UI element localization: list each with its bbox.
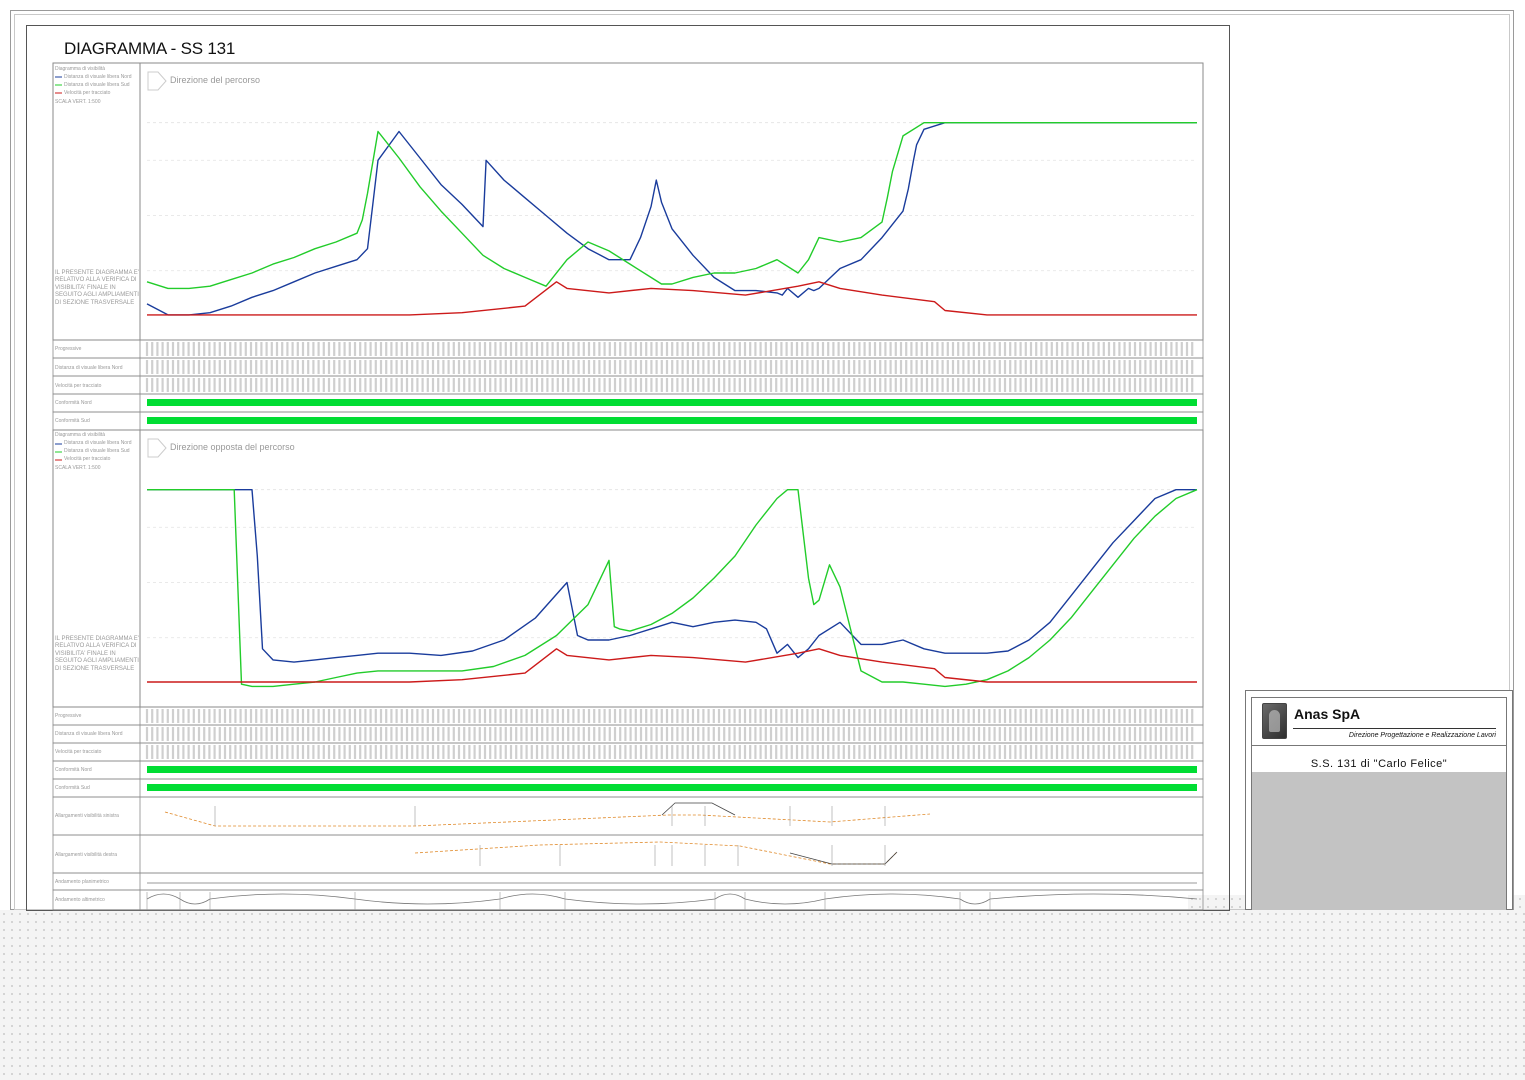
direction-label-top: Direzione del percorso (170, 75, 261, 85)
legend-nord-top: Distanza di visuale libera Nord (64, 74, 132, 80)
legend-scale-top: SCALA VERT. 1:500 (55, 99, 101, 105)
road-name: S.S. 131 di "Carlo Felice" (1310, 758, 1448, 770)
row-label-progressive-bottom: Progressive (55, 713, 82, 719)
altimetric-arc (989, 893, 1198, 900)
series-line-nord (147, 489, 1197, 663)
legend-scale-bottom: SCALA VERT. 1:500 (55, 465, 101, 471)
altimetric-arc (354, 898, 501, 905)
altimetric-arc (714, 893, 746, 900)
profile-row (52, 796, 1204, 836)
row-label-planimetric: Andamento planimetrico (55, 879, 109, 885)
widen-right-profile (414, 841, 898, 865)
row-label-conf-sud-bottom: Conformità Sud (55, 785, 90, 791)
direction-label-bottom: Direzione opposta del percorso (170, 442, 295, 452)
profile-row (52, 889, 1204, 911)
row-label-distance-top: Distanza di visuale libera Nord (55, 365, 123, 371)
altimetric-arc (146, 893, 181, 900)
title-block-separator (1252, 745, 1506, 746)
altimetric-arc (744, 898, 826, 905)
row-label-widen-right: Allargamenti visibilità destra (55, 852, 117, 858)
conformity-bar (147, 784, 1197, 791)
title-block-rule (1293, 728, 1496, 729)
direction-arrow-icon (147, 438, 167, 458)
widen-right-bump (789, 851, 898, 865)
row-label-widen-left: Allargamenti visibilità sinistra (55, 813, 119, 819)
altimetric-arc (179, 898, 211, 905)
series-line-sud (146, 121, 1197, 290)
altimetric-arc (499, 893, 566, 900)
row-label-speed-bottom: Velocità per tracciato (55, 749, 102, 755)
row-label-conf-nord-bottom: Conformità Nord (55, 767, 92, 773)
company-name: Anas SpA (1294, 706, 1361, 722)
series-line-speed (147, 648, 1197, 683)
conformity-bar (147, 766, 1197, 773)
plot-frame-top (52, 62, 1204, 341)
altimetric-arc (564, 898, 716, 905)
altimetric-arc (959, 898, 991, 905)
legend-nord-bottom: Distanza di visuale libera Nord (64, 440, 132, 446)
visibility-diagram (52, 62, 1204, 911)
row-label-speed-top: Velocità per tracciato (55, 383, 102, 389)
anas-logo-icon (1262, 703, 1287, 739)
profile-row (52, 834, 1204, 874)
direction-arrow-icon (147, 71, 167, 91)
row-label-altimetric: Andamento altimetrico (55, 897, 105, 903)
row-label-conf-nord-top: Conformità Nord (55, 400, 92, 406)
widen-left-bump (661, 802, 736, 816)
conformity-bar (147, 417, 1197, 424)
legend-title-top: Diagramma di visibilità (55, 66, 106, 72)
row-label-conf-sud-top: Conformità Sud (55, 418, 90, 424)
row-label-distance-bottom: Distanza di visuale libera Nord (55, 731, 123, 737)
legend-speed-bottom: Velocità per tracciato (64, 456, 111, 462)
row-label-progressive-top: Progressive (55, 346, 82, 352)
altimetric-arc (824, 893, 961, 900)
department-name: Direzione Progettazione e Realizzazione … (1348, 732, 1496, 739)
title-block-grey-area (1252, 772, 1506, 910)
legend-sud-bottom: Distanza di visuale libera Sud (64, 448, 130, 454)
series-line-nord (146, 121, 1197, 316)
altimetric-arc (209, 893, 356, 900)
series-line-speed (147, 281, 1197, 316)
note-bottom: IL PRESENTE DIAGRAMMA E' RELATIVO ALLA V… (55, 636, 139, 672)
widen-left-profile (164, 811, 931, 827)
plot-frame-bottom (52, 429, 1204, 708)
legend-speed-top: Velocità per tracciato (64, 90, 111, 96)
note-top: IL PRESENTE DIAGRAMMA E' RELATIVO ALLA V… (55, 270, 139, 306)
conformity-bar (147, 399, 1197, 406)
legend-sud-top: Distanza di visuale libera Sud (64, 82, 130, 88)
profile-row (52, 872, 1204, 891)
legend-title-bottom: Diagramma di visibilità (55, 432, 106, 438)
